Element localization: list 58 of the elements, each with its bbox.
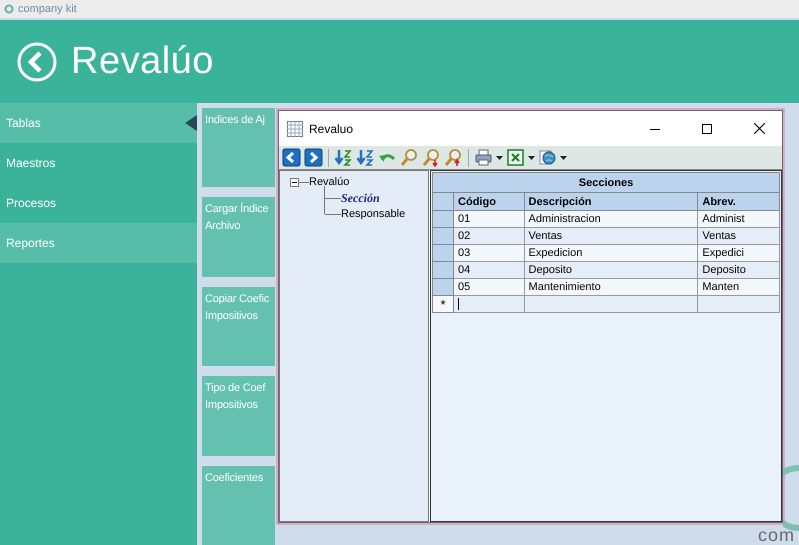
table-cell: 03 (454, 244, 524, 262)
dropdown-arrow-icon[interactable] (528, 156, 535, 160)
menu-tile[interactable]: Coeficientes (202, 466, 275, 545)
sidebar-item[interactable]: Procesos (0, 183, 197, 223)
column-header[interactable]: Código (454, 192, 524, 210)
dropdown-arrow-icon[interactable] (496, 156, 503, 160)
print-icon[interactable] (474, 148, 493, 167)
tree-node[interactable]: Revalúo (309, 176, 350, 188)
new-row-marker[interactable]: * (432, 296, 454, 312)
table-cell: Ventas (698, 228, 780, 244)
table-cell: Ventas (524, 228, 698, 244)
menu-tile[interactable]: Copiar Coefic Impositivos (202, 286, 275, 366)
column-header[interactable]: Abrev. (698, 192, 780, 210)
tree-node[interactable]: Sección (341, 190, 380, 206)
table-cell: Expedicion (524, 244, 698, 262)
table-cell: Expedici (698, 244, 780, 262)
column-header[interactable]: Descripción (524, 192, 698, 210)
app-title: company kit (18, 3, 77, 15)
tree-node[interactable]: Responsable (341, 208, 406, 220)
table-cell: Deposito (698, 262, 780, 278)
sidebar-item[interactable]: Reportes (0, 223, 197, 263)
back-icon[interactable] (17, 42, 57, 82)
previous-icon[interactable] (282, 148, 301, 167)
sidebar-item[interactable]: Tablas (0, 103, 197, 143)
dropdown-arrow-icon[interactable] (560, 156, 567, 160)
table-cell: Administ (698, 210, 780, 228)
spreadsheet-icon[interactable] (506, 148, 525, 167)
globe-icon[interactable] (538, 148, 557, 167)
logo-text: com (758, 525, 796, 545)
menu-tile[interactable]: Cargar Índice Archivo (202, 197, 275, 277)
sort-ascending-icon[interactable] (334, 148, 353, 167)
app-logo-icon (4, 4, 14, 14)
find-previous-icon[interactable] (444, 148, 463, 167)
sort-descending-icon[interactable] (356, 148, 375, 167)
find-next-icon[interactable] (422, 148, 441, 167)
menu-tile[interactable]: Tipo de Coef Impositivos (202, 376, 275, 456)
next-icon[interactable] (304, 148, 323, 167)
table-icon (287, 120, 303, 136)
close-icon[interactable] (754, 123, 764, 134)
search-icon[interactable] (400, 148, 419, 167)
maximize-icon[interactable] (702, 124, 712, 134)
table-cell[interactable] (524, 296, 698, 312)
table-cell: Administracion (524, 210, 698, 228)
sidebar-item[interactable]: Maestros (0, 143, 197, 183)
collapse-icon[interactable] (290, 178, 299, 186)
table-cell: Deposito (524, 262, 698, 278)
table-cell: 05 (454, 278, 524, 296)
table-cell[interactable] (698, 296, 780, 312)
dialog-title: Revaluo (309, 122, 354, 136)
menu-tile[interactable]: Indices de Aj (202, 108, 275, 188)
table-cell: Mantenimiento (524, 278, 698, 296)
table-cell[interactable] (454, 296, 524, 312)
table-cell: 02 (454, 228, 524, 244)
page-title: Revalúo (71, 40, 214, 83)
table-cell: 04 (454, 262, 524, 278)
grid-title: Secciones (432, 172, 780, 192)
table-cell: 01 (454, 210, 524, 228)
table-cell: Manten (698, 278, 780, 296)
